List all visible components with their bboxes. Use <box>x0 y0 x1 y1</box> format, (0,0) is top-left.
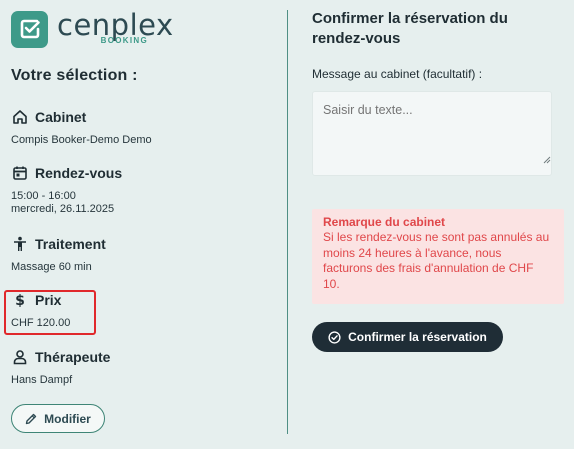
confirm-title: Confirmer la réservation du rendez-vous <box>312 10 508 47</box>
confirm-booking-label: Confirmer la réservation <box>348 330 487 344</box>
appointment-time: 15:00 - 16:00 <box>11 190 76 202</box>
cenplex-logo: cenplex BOOKING <box>11 8 173 48</box>
cabinet-label: Cabinet <box>35 109 87 125</box>
calendar-icon <box>11 164 29 182</box>
modify-button[interactable]: Modifier <box>11 404 105 433</box>
appointment-item: Rendez-vous 15:00 - 16:00 mercredi, 26.1… <box>11 162 281 216</box>
selection-title: Votre sélection : <box>11 67 138 84</box>
modify-button-label: Modifier <box>44 411 91 426</box>
selection-panel: cenplex BOOKING Votre sélection : Cabine… <box>0 0 288 449</box>
treatment-item: Traitement Massage 60 min <box>11 233 281 274</box>
appointment-date: mercredi, 26.11.2025 <box>11 203 115 215</box>
message-label: Message au cabinet (facultatif) : <box>312 67 483 81</box>
appointment-label: Rendez-vous <box>35 165 123 181</box>
cabinet-notice: Remarque du cabinet Si les rendez-vous n… <box>312 209 564 304</box>
notice-text: Si les rendez-vous ne sont pas annulés a… <box>323 230 550 291</box>
check-circle-icon <box>328 330 341 344</box>
resize-grip-icon[interactable] <box>543 156 551 164</box>
treatment-value: Massage 60 min <box>11 261 92 273</box>
cabinet-item: Cabinet Compis Booker-Demo Demo <box>11 106 281 147</box>
brand-sub: BOOKING <box>100 36 148 45</box>
confirm-booking-button[interactable]: Confirmer la réservation <box>312 322 503 352</box>
home-icon <box>11 108 29 126</box>
notice-title: Remarque du cabinet <box>323 215 446 229</box>
therapist-item: Thérapeute Hans Dampf <box>11 346 281 387</box>
cabinet-value: Compis Booker-Demo Demo <box>11 134 152 146</box>
pencil-icon <box>25 413 37 424</box>
therapist-label: Thérapeute <box>35 349 111 365</box>
therapist-value: Hans Dampf <box>11 374 73 386</box>
person-icon <box>11 235 29 253</box>
user-icon <box>11 348 29 366</box>
treatment-label: Traitement <box>35 236 106 252</box>
confirm-panel: Confirmer la réservation du rendez-vous … <box>288 0 574 449</box>
price-highlight <box>4 290 96 335</box>
message-field[interactable] <box>312 91 552 176</box>
checkbox-logo-icon <box>11 10 48 48</box>
